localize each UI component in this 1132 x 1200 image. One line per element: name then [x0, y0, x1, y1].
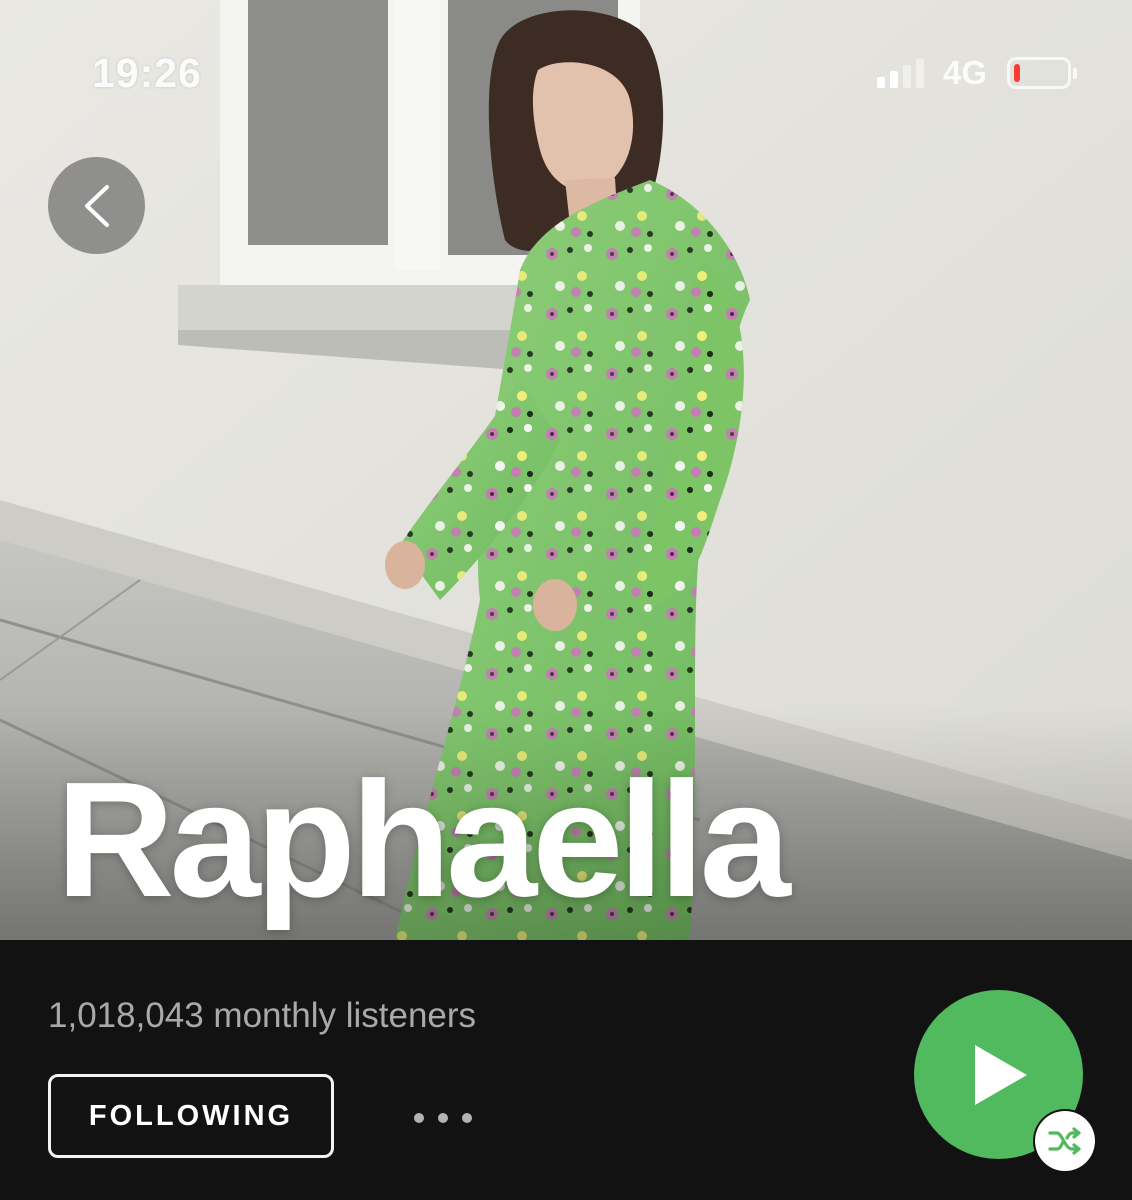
more-options-button[interactable] — [406, 1098, 480, 1138]
chevron-left-icon — [84, 184, 109, 227]
status-time: 19:26 — [92, 50, 202, 96]
monthly-listeners: 1,018,043 monthly listeners — [48, 996, 477, 1035]
cellular-signal-icon — [877, 58, 927, 88]
following-button[interactable]: FOLLOWING — [48, 1074, 334, 1158]
shuffle-icon — [1048, 1127, 1081, 1155]
ellipsis-icon — [438, 1113, 448, 1123]
ellipsis-icon — [462, 1113, 472, 1123]
shuffle-button[interactable] — [1035, 1111, 1095, 1171]
play-icon — [974, 1044, 1027, 1105]
ellipsis-icon — [414, 1113, 424, 1123]
network-type: 4G — [943, 54, 988, 91]
artist-name: Raphaella — [56, 748, 791, 931]
battery-icon — [1007, 57, 1077, 89]
battery-level — [1014, 64, 1020, 82]
back-button[interactable] — [48, 157, 145, 254]
